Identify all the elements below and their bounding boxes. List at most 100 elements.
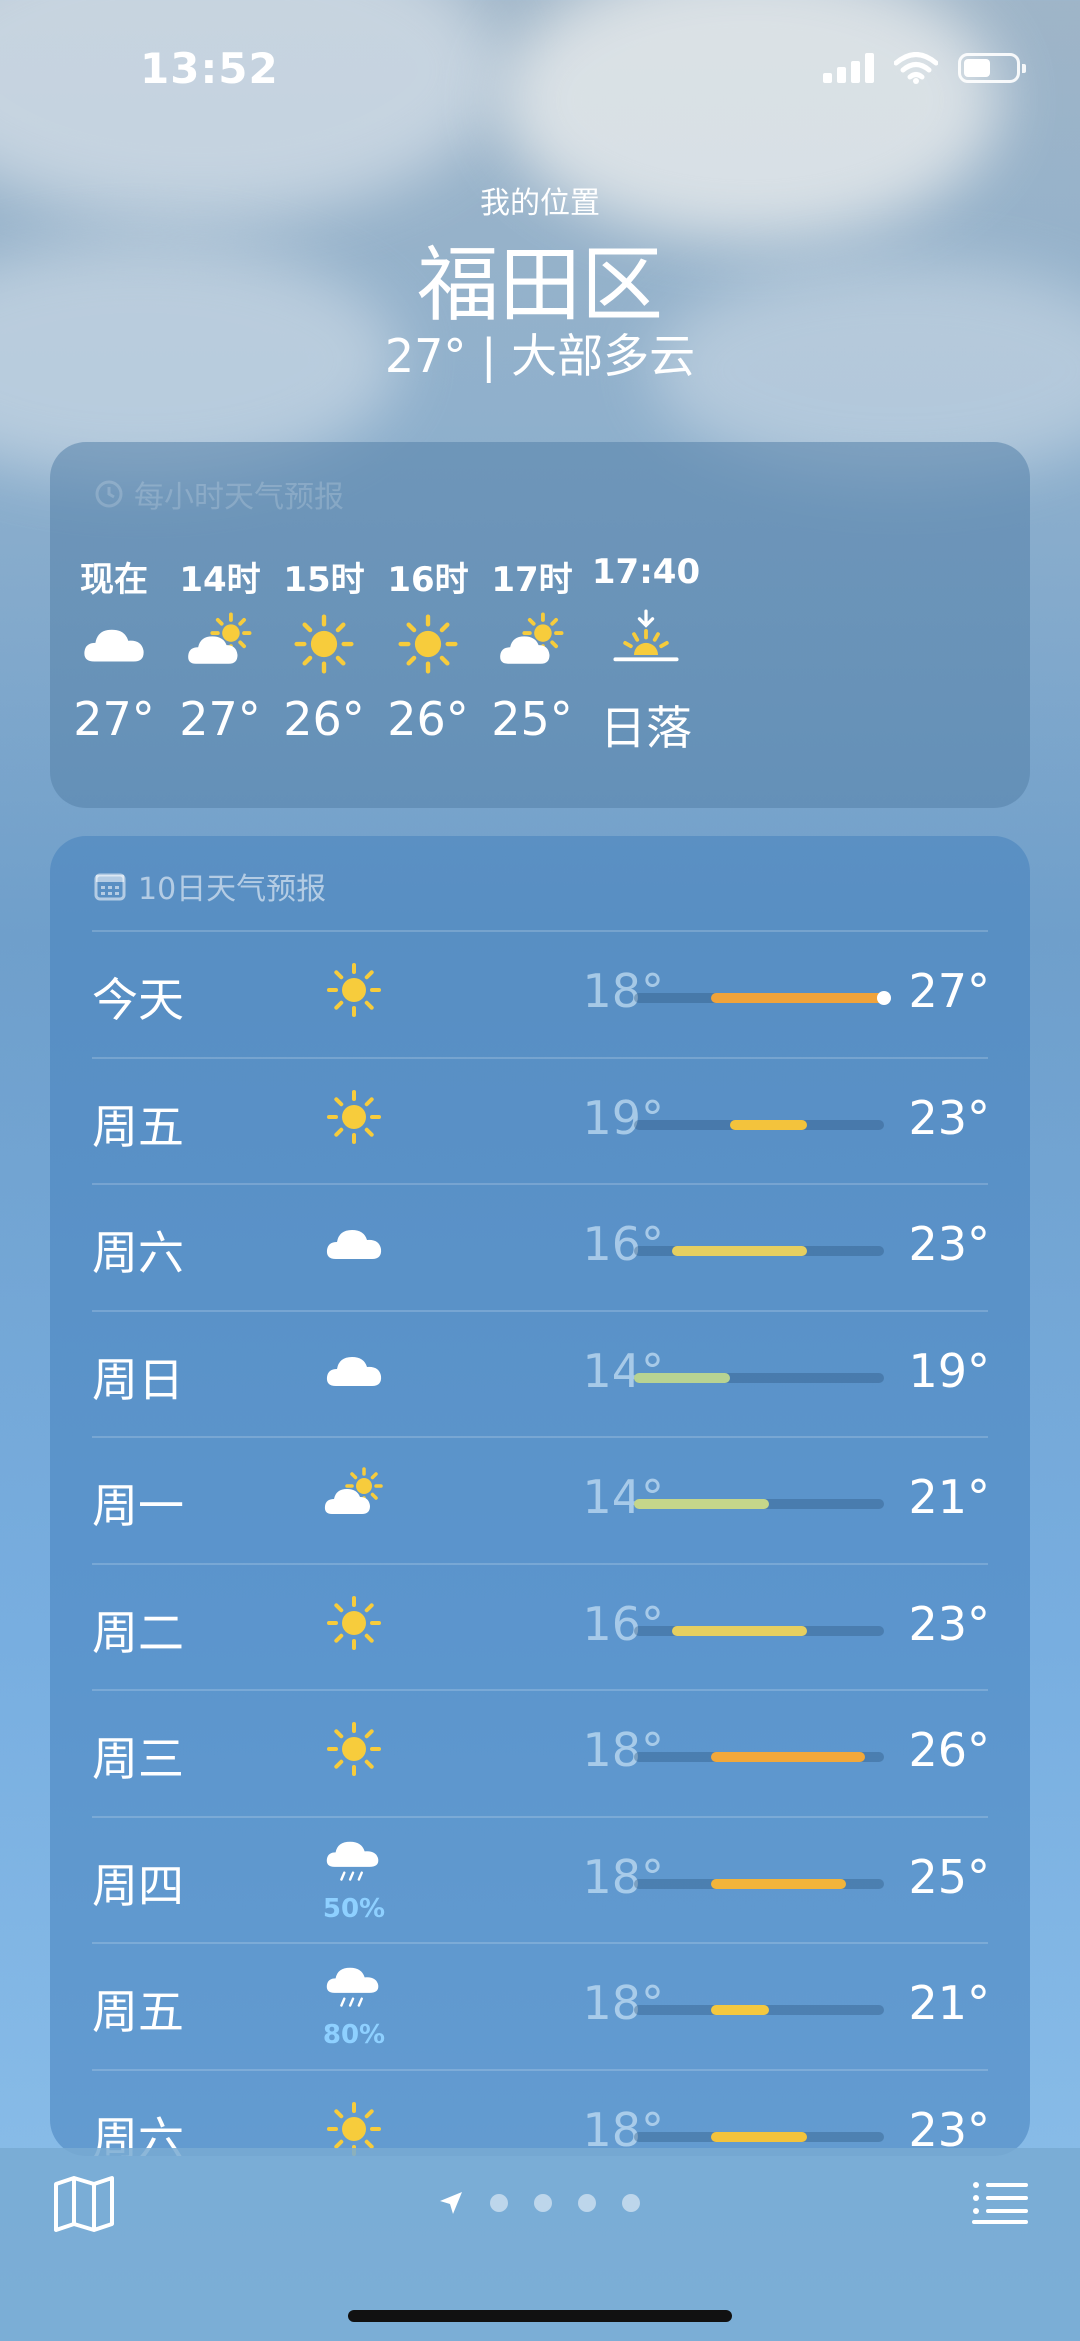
calendar-icon (94, 873, 126, 901)
temp-range-fill (672, 1246, 808, 1256)
row-divider (92, 1942, 988, 1944)
temp-range-bar (634, 1372, 884, 1383)
row-divider (92, 2068, 988, 2071)
low-temp: 14° (582, 1470, 664, 1524)
temp-range-bar (634, 1499, 884, 1509)
high-temp: 27° (908, 964, 990, 1018)
current-temp-dot (877, 991, 891, 1005)
daily-header-label: 10日天气预报 (138, 872, 327, 907)
row-divider (92, 1436, 988, 1438)
page-dot[interactable] (490, 2194, 508, 2212)
day-name: 周六 (92, 1226, 184, 1280)
row-divider (92, 1309, 988, 1312)
cloud-icon (322, 1211, 386, 1279)
cloud-icon (322, 1338, 386, 1406)
location-arrow-icon[interactable] (438, 2190, 464, 2216)
low-temp: 16° (582, 1596, 664, 1651)
status-icons (823, 52, 1026, 84)
row-divider (92, 930, 988, 932)
daily-row[interactable]: 周五 19° 23° (50, 1056, 1030, 1183)
daily-row[interactable]: 周日 14° 19° (50, 1309, 1030, 1436)
low-temp: 18° (582, 1849, 664, 1904)
sunset-icon (576, 608, 716, 680)
precip-chance: 80% (322, 2020, 386, 2050)
high-temp: 25° (908, 1849, 990, 1904)
low-temp: 18° (582, 1723, 664, 1777)
low-temp: 14° (582, 1343, 664, 1398)
temp-range-bar (634, 991, 891, 1005)
low-temp: 19° (582, 1090, 664, 1145)
precip-chance: 50% (322, 1893, 386, 1924)
daily-row[interactable]: 周六 16° 23° (50, 1183, 1030, 1309)
hourly-item: 17:40 日落 (576, 552, 716, 758)
day-name: 周日 (92, 1352, 184, 1407)
daily-row[interactable]: 周六 18° 23° (50, 2068, 1030, 2156)
hourly-header: 每小时天气预报 (94, 472, 344, 516)
row-divider (92, 1689, 988, 1691)
temp-range-fill (710, 1878, 846, 1889)
current-condition: 27° | 大部多云 (384, 329, 696, 383)
hour-label: 17:40 (591, 552, 701, 592)
temp-range-bar (634, 1119, 884, 1130)
temp-range-fill (710, 1752, 865, 1762)
temp-range-bar (634, 1878, 884, 1889)
hourly-header-label: 每小时天气预报 (134, 480, 344, 515)
daily-row[interactable]: 周三 18° 26° (50, 1689, 1030, 1815)
row-divider (92, 1183, 988, 1185)
rain-icon (323, 1832, 385, 1898)
low-temp: 18° (582, 1976, 664, 2030)
high-temp: 23° (908, 1217, 990, 1271)
wifi-icon (894, 52, 938, 84)
daily-forecast-card[interactable]: 10日天气预报 今天 18° 27° 周五 19° 23° 周六 16° 23° (50, 836, 1030, 2156)
temp-range-fill (710, 993, 884, 1003)
home-indicator (348, 2310, 732, 2322)
sun-icon (322, 958, 386, 1026)
high-temp: 26° (908, 1723, 990, 1777)
low-temp: 18° (582, 964, 664, 1018)
sun-icon (322, 1591, 386, 1659)
low-temp: 16° (582, 1217, 664, 1271)
sun-icon (322, 1717, 386, 1785)
sun-icon (322, 1085, 386, 1153)
page-dot[interactable] (622, 2194, 640, 2212)
clock-icon (95, 480, 123, 508)
hourly-forecast-card[interactable]: 每小时天气预报 现在 27° 14时 27° 15时 26° 16时 26° 1… (50, 442, 1030, 808)
high-temp: 23° (908, 1596, 990, 1651)
page-dot[interactable] (534, 2194, 552, 2212)
daily-row[interactable]: 今天 18° 27° (50, 930, 1030, 1056)
day-name: 周三 (92, 1732, 184, 1786)
daily-row[interactable]: 周一 14° 21° (50, 1436, 1030, 1562)
temp-range-fill (710, 2131, 808, 2142)
temp-range-fill (634, 1372, 731, 1383)
day-name: 周二 (92, 1605, 184, 1660)
map-icon[interactable] (52, 2174, 116, 2234)
daily-header: 10日天气预报 (94, 864, 326, 908)
hour-temp: 日落 (600, 701, 692, 755)
partly-sunny-icon (322, 1464, 386, 1532)
high-temp: 21° (908, 1976, 990, 2030)
temp-range-fill (710, 2005, 769, 2015)
daily-row[interactable]: 周二 16° 23° (50, 1562, 1030, 1689)
day-name: 周五 (92, 1985, 184, 2039)
battery-icon (958, 53, 1026, 83)
row-divider (92, 1562, 988, 1565)
location-subtitle: 我的位置 (480, 186, 600, 221)
high-temp: 23° (908, 1090, 990, 1145)
temp-range-fill (634, 1499, 769, 1509)
daily-row[interactable]: 周四 50% 18° 25° (50, 1815, 1030, 1942)
temp-range-bar (634, 2131, 884, 2142)
daily-row[interactable]: 周五 80% 18° 21° (50, 1942, 1030, 2068)
page-dot[interactable] (578, 2194, 596, 2212)
day-name: 周四 (92, 1858, 184, 1913)
temp-range-bar (634, 1246, 884, 1256)
high-temp: 21° (908, 1470, 990, 1524)
temp-range-fill (730, 1119, 808, 1130)
rain-icon (323, 1958, 385, 2024)
temp-range-bar (634, 2005, 884, 2015)
temp-range-bar (634, 1625, 884, 1636)
temp-range-bar (634, 1752, 884, 1762)
list-icon[interactable] (972, 2180, 1028, 2226)
high-temp: 19° (908, 1343, 990, 1398)
day-name: 今天 (92, 973, 184, 1027)
page-indicator[interactable] (438, 2190, 640, 2216)
